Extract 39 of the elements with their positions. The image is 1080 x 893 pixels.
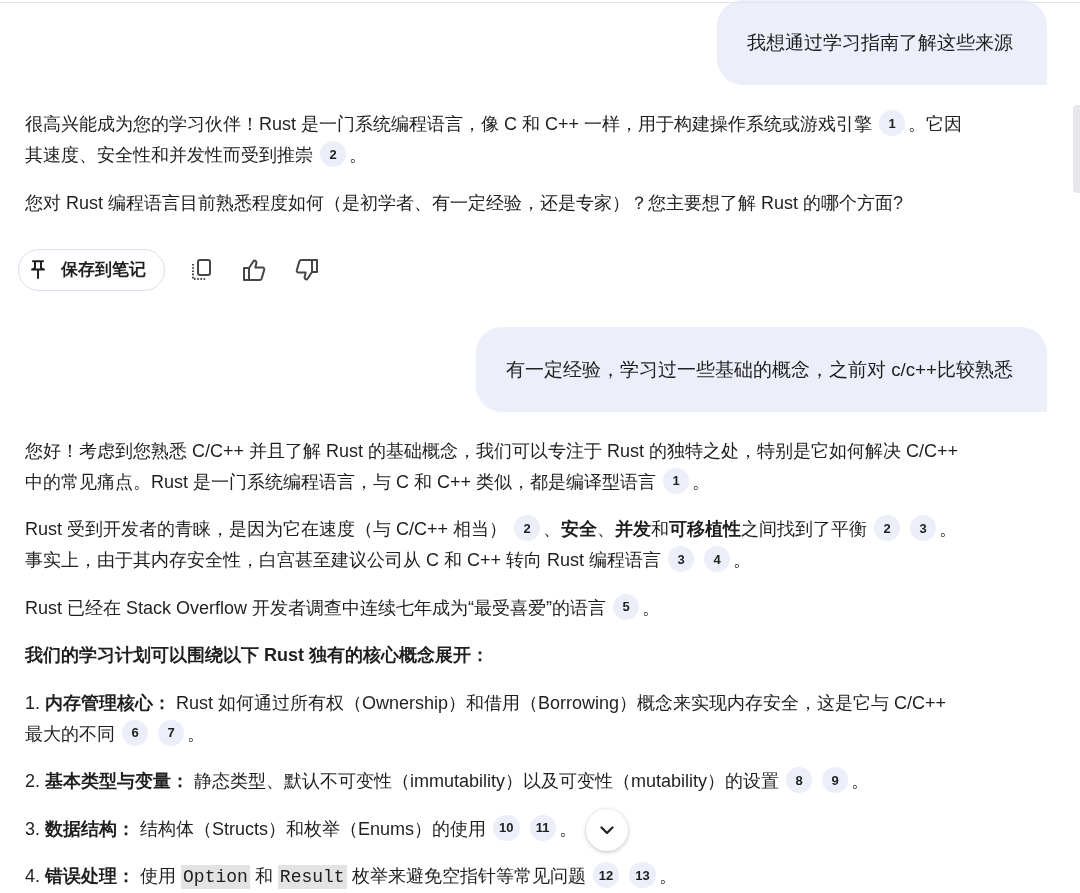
paragraph: 很高兴能成为您的学习伙伴！Rust 是一门系统编程语言，像 C 和 C++ 一样，用于构建操作系统或游戏引擎 1 。它因其速度、安全性和并发性而受到推崇 2 。 xyxy=(25,109,968,171)
paragraph: 您对 Rust 编程语言目前熟悉程度如何（是初学者、有一定经验，还是专家）？您主要想了解 Rust 的哪个方面? xyxy=(25,191,904,215)
citation-chip[interactable]: 10 xyxy=(493,814,520,841)
citation-chip[interactable]: 13 xyxy=(629,862,656,889)
thumbs-up-icon xyxy=(242,258,266,281)
paragraph: Rust 已经在 Stack Overflow 开发者调查中连续七年成为“最受喜爱”的语言 5 。 xyxy=(25,592,661,624)
citation-chip[interactable]: 8 xyxy=(786,767,813,794)
inline-code: Option xyxy=(181,865,250,889)
citation-chip[interactable]: 12 xyxy=(592,862,620,889)
scrollbar-thumb[interactable] xyxy=(1073,105,1080,193)
citation-chip[interactable]: 11 xyxy=(529,814,556,841)
pin-icon xyxy=(31,260,45,279)
user-message: 有一定经验，学习过一些基础的概念，之前对 c/c++比较熟悉 xyxy=(475,326,1047,412)
citation-chip[interactable]: 2 xyxy=(514,515,541,542)
heading: 我们的学习计划可以围绕以下 Rust 独有的核心概念展开： xyxy=(25,644,489,667)
paragraph: Rust 受到开发者的青睐，是因为它在速度（与 C/C++ 相当） 2 、安全、并发和可移植性之间找到了平衡 2 3 。事实上，由于其内存安全性，白宫甚至建议公司从 C 和 C++ 转向 Rust 编程语言 3 4 。 xyxy=(25,514,968,576)
user-message: 我想通过学习指南了解这些来源 xyxy=(717,0,1047,85)
citation-chip[interactable]: 3 xyxy=(910,515,937,542)
thumbs-down-icon xyxy=(295,258,319,281)
citation-chip[interactable]: 5 xyxy=(613,593,640,620)
paragraph: 2. 基本类型与变量： 静态类型、默认不可变性（immutability）以及可变性（mutability）的设置 8 9 。 xyxy=(25,766,870,797)
citation-chip[interactable]: 4 xyxy=(704,546,731,573)
citation-chip[interactable]: 3 xyxy=(668,546,695,573)
citation-chip[interactable]: 7 xyxy=(158,719,184,746)
inline-code: Result xyxy=(277,865,347,889)
citation-chip[interactable]: 2 xyxy=(874,515,901,542)
citation-chip[interactable]: 2 xyxy=(320,141,346,168)
scroll-down-button[interactable] xyxy=(586,809,628,851)
citation-chip[interactable]: 9 xyxy=(822,767,849,794)
copy-icon xyxy=(191,258,211,281)
chevron-down-icon xyxy=(600,825,614,835)
paragraph: 您好！考虑到您熟悉 C/C++ 并且了解 Rust 的基础概念，我们可以专注于 Rust 的独特之处，特别是它如何解决 C/C++ 中的常见痛点。Rust 是一门系统编程语言，与 C 和 C++ 类似，都是编译型语言 1 。 xyxy=(25,439,960,496)
citation-chip[interactable]: 6 xyxy=(122,719,148,746)
paragraph: 1. 内存管理核心： Rust 如何通过所有权（Ownership）和借用（Borrowing）概念来实现内存安全，这是它与 C/C++ 最大的不同 6 7 。 xyxy=(25,691,948,748)
citation-chip[interactable]: 1 xyxy=(663,467,690,494)
paragraph: 3. 数据结构： 结构体（Structs）和枚举（Enums）的使用 10 11 。 xyxy=(25,813,577,845)
paragraph: 4. 错误处理： 使用 Option 和 Result 枚举来避免空指针等常见问题 12 13 。 xyxy=(25,861,677,893)
citation-chip[interactable]: 1 xyxy=(879,110,906,137)
save-to-notes-button[interactable]: 保存到笔记 xyxy=(18,248,165,291)
